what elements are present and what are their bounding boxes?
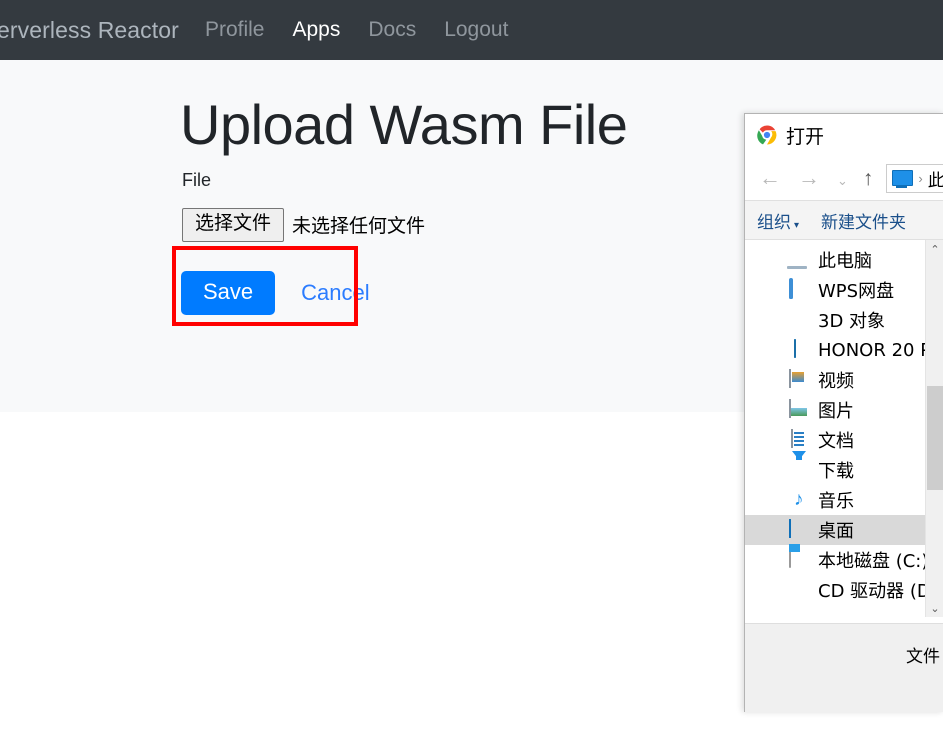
breadcrumb-separator: › (918, 170, 923, 186)
phone-icon (789, 339, 811, 360)
music-icon: ♪ (794, 489, 804, 510)
forward-icon[interactable]: → (798, 167, 820, 189)
navbar-links: Profile Apps Docs Logout (205, 18, 537, 42)
file-status-text: 未选择任何文件 (292, 215, 426, 238)
nav-link-apps[interactable]: Apps (292, 18, 340, 42)
chrome-icon (757, 125, 777, 145)
tree-item-wps-cloud[interactable]: WPS网盘 (745, 275, 943, 305)
desktop-icon (892, 170, 914, 188)
tree-item-label: 文档 (818, 431, 854, 452)
form-actions: Save Cancel (181, 271, 370, 316)
top-navbar: erverless Reactor Profile Apps Docs Logo… (0, 0, 943, 60)
download-icon (789, 451, 811, 480)
cancel-link[interactable]: Cancel (301, 280, 369, 306)
chevron-down-icon[interactable]: ⌄ (837, 174, 848, 187)
tree-item-label: 3D 对象 (818, 311, 886, 332)
nav-link-docs[interactable]: Docs (368, 18, 416, 42)
tree-item-label: 此电脑 (818, 251, 872, 272)
scroll-up-icon[interactable]: ⌃ (926, 240, 943, 258)
tree-item-label: 本地磁盘 (C:) (818, 551, 929, 572)
organize-button[interactable]: 组织 ▾ (757, 208, 799, 233)
drive-icon (789, 549, 811, 570)
file-field-label: File (182, 170, 212, 190)
tree-item-label: 桌面 (818, 521, 854, 542)
new-folder-button[interactable]: 新建文件夹 (821, 208, 906, 233)
tree-item-label: CD 驱动器 (D: (818, 581, 937, 602)
navigation-tree: 此电脑 WPS网盘 3D 对象 HONOR 20 PI 视频 图片 文档 下载 … (745, 240, 943, 605)
picture-icon (789, 399, 811, 420)
choose-file-button[interactable]: 选择文件 (182, 208, 285, 242)
dialog-scrollbar[interactable]: ⌃ ⌄ (925, 240, 943, 617)
cube-icon (789, 310, 811, 330)
file-open-dialog: 打开 ← → ⌄ ↑ › 此 组织▾ 新建文件夹 此电脑 (744, 113, 943, 712)
back-icon[interactable]: ← (759, 167, 781, 189)
cd-drive-icon (789, 580, 811, 600)
tree-item-cd-drive-d[interactable]: CD 驱动器 (D: (745, 575, 943, 605)
nav-link-profile[interactable]: Profile (205, 18, 265, 42)
file-input-row: 选择文件 未选择任何文件 (182, 208, 425, 242)
breadcrumb-text: 此 (928, 166, 943, 191)
dialog-footer: 文件 (745, 623, 943, 712)
up-icon[interactable]: ↑ (863, 168, 874, 189)
scrollbar-thumb[interactable] (927, 386, 943, 490)
tree-item-label: 音乐 (818, 491, 854, 512)
tree-item-label: 视频 (818, 371, 854, 392)
tree-item-label: WPS网盘 (818, 281, 895, 302)
tree-item-this-pc[interactable]: 此电脑 (745, 245, 943, 275)
brand-title[interactable]: erverless Reactor (0, 17, 179, 44)
tree-item-videos[interactable]: 视频 (745, 365, 943, 395)
document-icon (789, 429, 811, 450)
tree-item-desktop[interactable]: 桌面 (745, 515, 943, 545)
cloud-icon (789, 278, 811, 300)
file-name-label: 文件 (906, 647, 940, 667)
desktop-icon (789, 519, 811, 540)
dialog-navigation-bar: ← → ⌄ ↑ › 此 (745, 156, 943, 200)
dialog-body: 此电脑 WPS网盘 3D 对象 HONOR 20 PI 视频 图片 文档 下载 … (745, 240, 943, 617)
dialog-titlebar: 打开 (745, 114, 943, 156)
tree-item-label: HONOR 20 PI (818, 339, 937, 361)
address-bar[interactable]: › 此 (886, 163, 943, 193)
dialog-toolbar: 组织 ▾ 新建文件夹 (745, 200, 943, 240)
tree-item-label: 下载 (818, 461, 854, 482)
computer-icon (789, 250, 811, 270)
dialog-title: 打开 (786, 125, 825, 148)
screen: erverless Reactor Profile Apps Docs Logo… (0, 0, 943, 741)
video-icon (789, 369, 811, 390)
tree-item-3d-objects[interactable]: 3D 对象 (745, 305, 943, 335)
tree-item-honor-phone[interactable]: HONOR 20 PI (745, 335, 943, 365)
organize-label: 组织 (757, 212, 791, 233)
save-button[interactable]: Save (181, 271, 276, 316)
organize-caret-icon: ▾ (794, 219, 800, 231)
page-title: Upload Wasm File (180, 93, 628, 156)
tree-item-label: 图片 (818, 401, 854, 422)
tree-item-local-disk-c[interactable]: 本地磁盘 (C:) (745, 545, 943, 575)
tree-item-downloads[interactable]: 下载 (745, 451, 943, 485)
tree-item-documents[interactable]: 文档 (745, 425, 943, 455)
tree-item-pictures[interactable]: 图片 (745, 395, 943, 425)
tree-item-music[interactable]: ♪ 音乐 (745, 485, 943, 515)
nav-link-logout[interactable]: Logout (444, 18, 508, 42)
scroll-down-icon[interactable]: ⌄ (926, 599, 943, 617)
